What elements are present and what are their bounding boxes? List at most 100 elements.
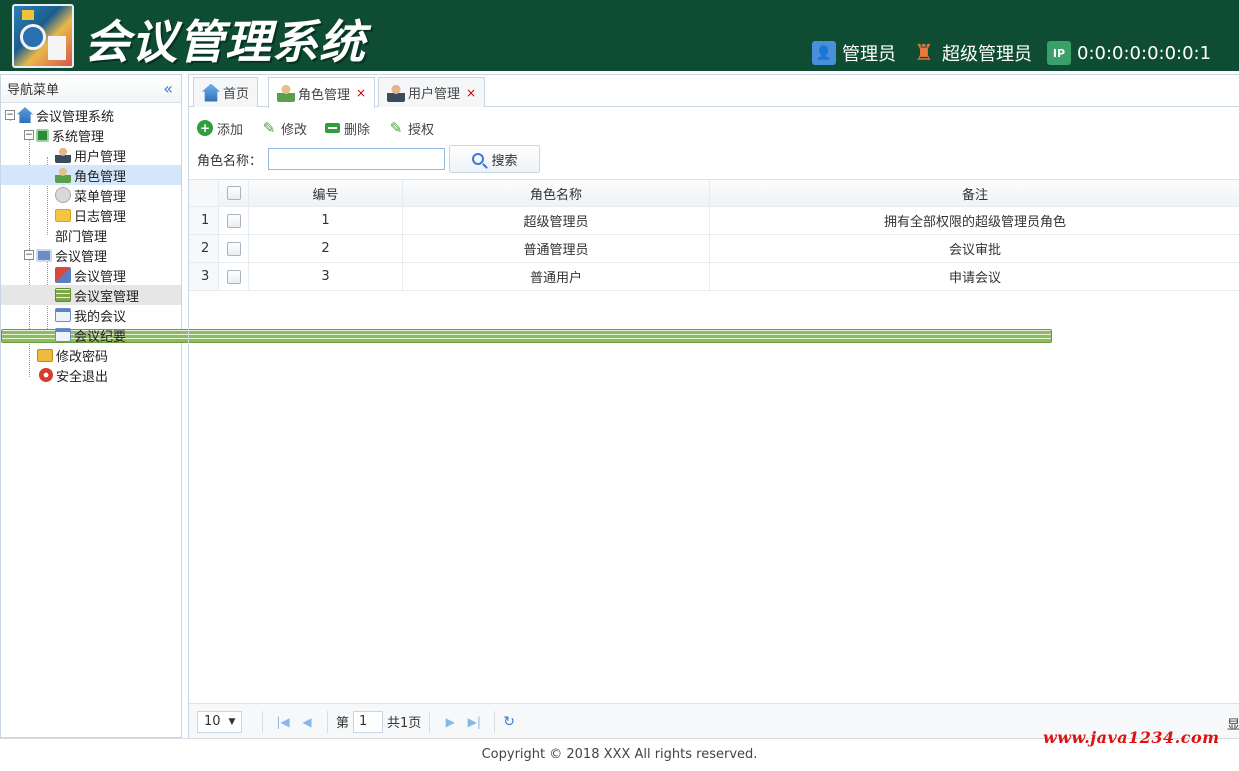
grant-button[interactable]: ✎ 授权 xyxy=(388,119,434,138)
search-icon xyxy=(471,153,484,165)
role-icon xyxy=(277,84,295,102)
pager-separator xyxy=(429,710,431,733)
page-number-input[interactable]: 1 xyxy=(353,710,384,733)
ip-address: IP 0:0:0:0:0:0:0:1 xyxy=(1047,38,1211,68)
tree-node-system[interactable]: − 系统管理 xyxy=(1,125,181,145)
sidebar-item-menu-manage[interactable]: 菜单管理 xyxy=(1,185,181,205)
table-row[interactable]: 3 3 普通用户 申请会议 xyxy=(189,263,1239,291)
row-checkbox-cell xyxy=(219,263,249,290)
main-panel: 首页 角色管理 × 用户管理 × + 添加 ✎ 修改 删除 ✎ 授权 角色名称：… xyxy=(188,74,1239,739)
next-page-icon[interactable]: ▶ xyxy=(438,715,462,729)
tree-node-meeting[interactable]: − 会议管理 xyxy=(1,245,181,265)
delete-button[interactable]: 删除 xyxy=(325,119,370,138)
tab-bar: 首页 角色管理 × 用户管理 × xyxy=(189,75,1239,108)
pager-info-truncated: 显 xyxy=(1226,718,1239,733)
monitor-icon xyxy=(36,248,52,262)
last-page-icon[interactable]: ▶| xyxy=(462,715,486,729)
tree-label: 会议室管理 xyxy=(74,289,140,305)
select-all-checkbox[interactable] xyxy=(226,186,241,200)
collapse-toggle-icon[interactable]: − xyxy=(24,250,34,260)
page-total: 共1页 xyxy=(387,716,422,731)
sidebar-item-meeting-manage[interactable]: 会议管理 xyxy=(1,265,181,285)
cell-name: 普通管理员 xyxy=(403,235,710,262)
user-role: 👤 管理员 xyxy=(812,38,896,68)
row-checkbox-cell xyxy=(219,235,249,262)
cell-id: 3 xyxy=(249,263,403,290)
column-header-id[interactable]: 编号 xyxy=(249,180,403,206)
tab-label: 首页 xyxy=(223,87,250,102)
role-icon xyxy=(55,167,71,183)
pager-separator xyxy=(494,710,496,733)
sidebar: 导航菜单 « − 会议管理系统 − 系统管理 用户管理 角色管理 菜单管理 日志… xyxy=(0,74,1052,738)
cell-remark: 拥有全部权限的超级管理员角色 xyxy=(883,215,1066,230)
tree-label: 系统管理 xyxy=(52,129,105,145)
room-icon xyxy=(55,288,71,302)
tree-label: 会议管理系统 xyxy=(36,109,115,125)
rownum-header xyxy=(189,180,219,206)
pager-separator xyxy=(327,710,328,733)
cell-remark: 申请会议 xyxy=(948,271,1001,286)
collapse-toggle-icon[interactable]: − xyxy=(5,110,15,120)
cell-remark: 会议审批 xyxy=(948,243,1001,258)
page-size-select[interactable]: 10 ▼ xyxy=(197,710,242,733)
collapse-icon[interactable]: « xyxy=(163,79,173,98)
tree-label: 会议管理 xyxy=(74,269,127,285)
page-size-value: 10 xyxy=(204,714,221,729)
sidebar-item-room-manage[interactable]: 会议室管理 xyxy=(1,285,181,305)
pencil-icon: ✎ xyxy=(262,119,276,137)
sidebar-item-change-password[interactable]: 修改密码 xyxy=(1,345,181,365)
sidebar-header: 导航菜单 « xyxy=(1,75,181,103)
column-header-name[interactable]: 角色名称 xyxy=(403,180,710,206)
user-name-label: 超级管理员 xyxy=(942,44,1032,65)
first-page-icon[interactable]: |◀ xyxy=(271,715,295,729)
row-checkbox[interactable] xyxy=(226,213,241,228)
table-row[interactable]: 2 2 普通管理员 会议审批 xyxy=(189,235,1239,263)
ip-icon: IP xyxy=(1047,41,1071,65)
app-title: 会议管理系统 xyxy=(84,15,366,69)
sidebar-item-log-manage[interactable]: 日志管理 xyxy=(1,205,181,225)
role-name-input[interactable] xyxy=(268,148,446,170)
sidebar-item-dept-manage[interactable]: 部门管理 xyxy=(1,225,1052,343)
table-row[interactable]: 1 1 超级管理员 拥有全部权限的超级管理员角色 xyxy=(189,207,1239,235)
tab-role-manage[interactable]: 角色管理 × xyxy=(268,77,376,108)
tab-user-manage[interactable]: 用户管理 × xyxy=(378,77,486,107)
cell-name: 普通用户 xyxy=(403,263,710,290)
delete-label: 删除 xyxy=(344,122,371,138)
pager-separator xyxy=(262,710,263,733)
tree-label: 会议纪要 xyxy=(74,329,127,345)
menu-icon xyxy=(55,187,71,203)
toolbar: + 添加 ✎ 修改 删除 ✎ 授权 xyxy=(197,117,434,139)
add-label: 添加 xyxy=(217,122,244,138)
sidebar-item-role-manage[interactable]: 角色管理 xyxy=(1,165,181,185)
prev-page-icon[interactable]: ◀ xyxy=(295,715,319,729)
logo-image xyxy=(12,4,74,68)
refresh-icon[interactable]: ↻ xyxy=(503,714,515,730)
search-bar: 角色名称： 搜索 xyxy=(197,145,541,173)
row-checkbox[interactable] xyxy=(226,241,241,256)
table-header: 编号 角色名称 备注 xyxy=(189,180,1239,207)
tab-home[interactable]: 首页 xyxy=(193,77,259,107)
tree-label: 我的会议 xyxy=(74,309,127,325)
add-button[interactable]: + 添加 xyxy=(197,119,243,138)
sidebar-item-user-manage[interactable]: 用户管理 xyxy=(1,145,181,165)
column-header-remark[interactable]: 备注 xyxy=(710,180,1239,206)
sidebar-item-my-meeting[interactable]: 我的会议 xyxy=(1,305,181,325)
tree-node-root[interactable]: − 会议管理系统 xyxy=(1,105,181,125)
edit-button[interactable]: ✎ 修改 xyxy=(261,119,307,138)
search-button-label: 搜索 xyxy=(491,153,518,169)
close-icon[interactable]: × xyxy=(356,86,366,100)
user-icon xyxy=(387,83,405,102)
sidebar-item-logout[interactable]: 安全退出 xyxy=(1,365,181,385)
collapse-toggle-icon[interactable]: − xyxy=(24,130,34,140)
tree-label: 部门管理 xyxy=(55,229,108,245)
user-name: ♜ 超级管理员 xyxy=(912,38,1032,68)
user-role-label: 管理员 xyxy=(842,44,896,65)
search-button[interactable]: 搜索 xyxy=(449,145,541,173)
sidebar-item-minutes[interactable]: 会议纪要 xyxy=(1,325,181,345)
row-checkbox[interactable] xyxy=(226,269,241,284)
app-header: 会议管理系统 👤 管理员 ♜ 超级管理员 IP 0:0:0:0:0:0:0:1 xyxy=(0,0,1239,71)
row-number: 1 xyxy=(189,207,219,234)
close-icon[interactable]: × xyxy=(466,86,476,100)
nav-tree: − 会议管理系统 − 系统管理 用户管理 角色管理 菜单管理 日志管理 部门管理 xyxy=(1,103,1052,385)
pencil-icon: ✎ xyxy=(389,119,403,137)
